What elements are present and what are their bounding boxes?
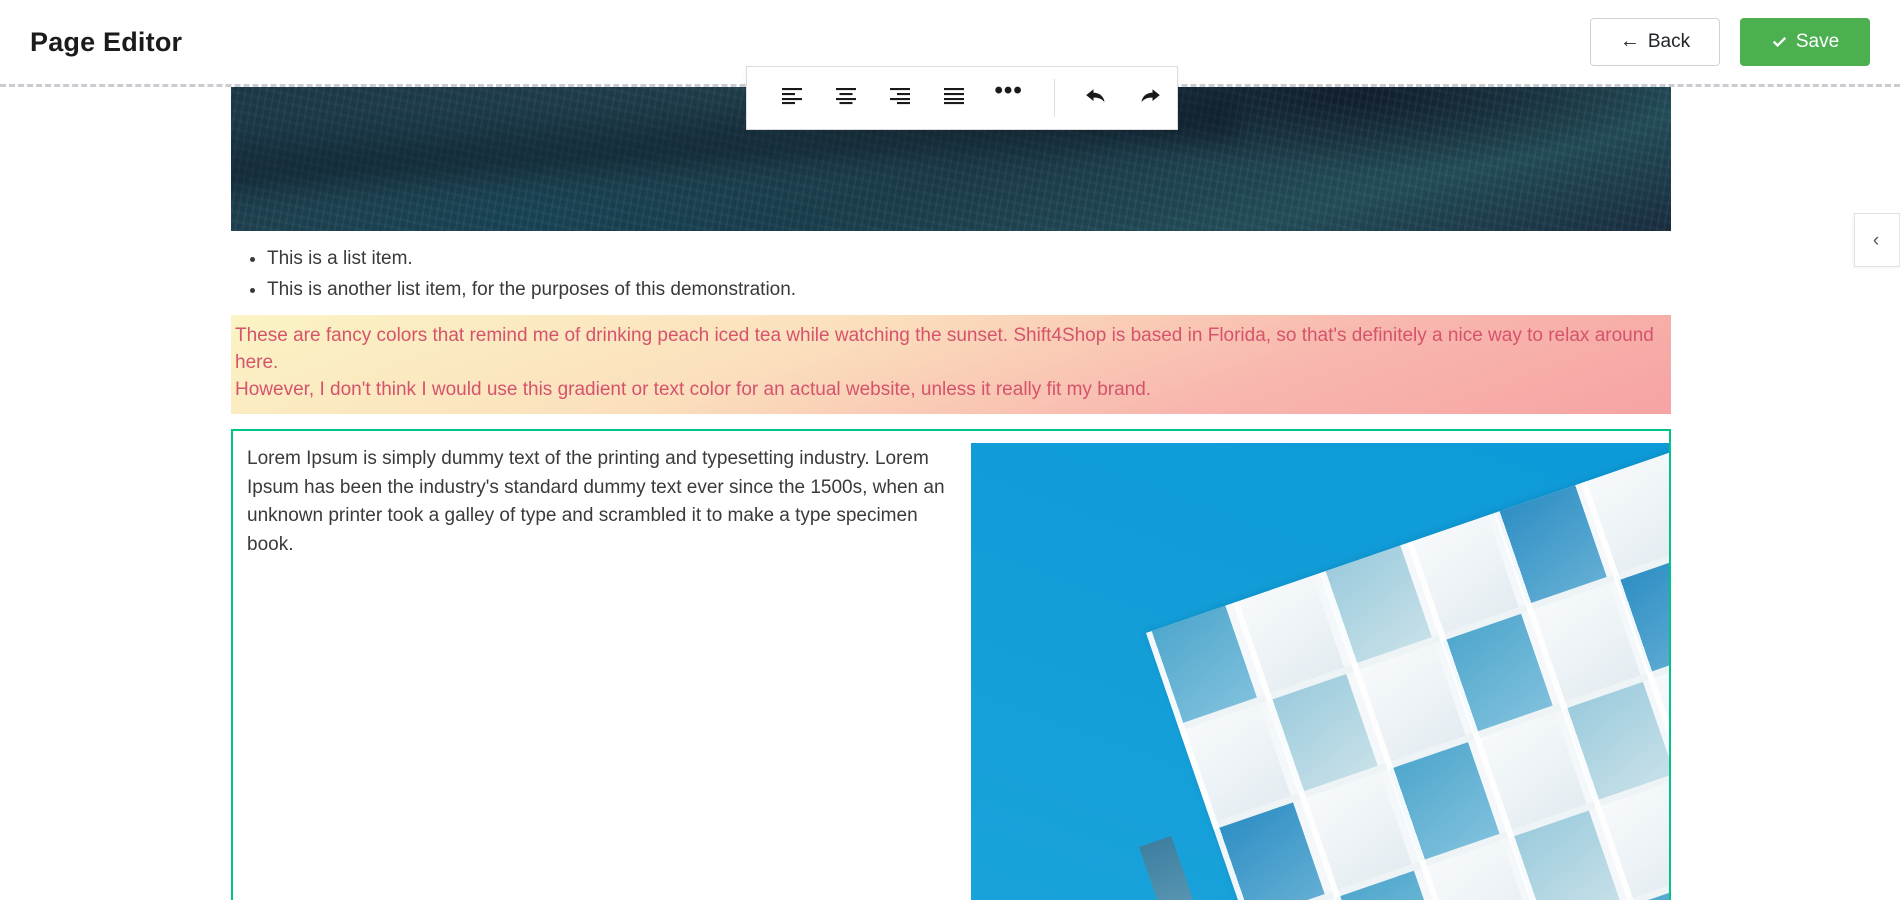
bullet-list[interactable]: This is a list item. This is another lis… — [231, 245, 1671, 303]
redo-button[interactable] — [1123, 67, 1177, 129]
gradient-text-line-2: However, I don't think I would use this … — [235, 379, 1152, 401]
editor-canvas[interactable]: This is a list item. This is another lis… — [0, 87, 1900, 900]
list-item: This is another list item, for the purpo… — [267, 276, 1671, 304]
save-button-label: Save — [1795, 31, 1840, 52]
check-icon — [1771, 34, 1788, 51]
sidebar-collapse-tab[interactable]: ‹ — [1854, 213, 1900, 267]
align-center-button[interactable] — [819, 67, 873, 129]
align-left-icon — [781, 87, 803, 110]
undo-button[interactable] — [1069, 67, 1123, 129]
align-right-button[interactable] — [873, 67, 927, 129]
align-right-icon — [889, 87, 911, 110]
gradient-text-line-1: These are fancy colors that remind me of… — [235, 325, 1654, 374]
toolbar-separator — [1053, 79, 1055, 117]
selected-content-block[interactable]: Lorem Ipsum is simply dummy text of the … — [231, 429, 1671, 900]
lorem-paragraph: Lorem Ipsum is simply dummy text of the … — [247, 448, 945, 555]
page-editor-app: Page Editor ← Back Save This is a list i… — [0, 0, 1900, 900]
redo-icon — [1138, 86, 1162, 111]
align-justify-icon — [943, 87, 965, 110]
more-options-button[interactable]: ••• — [982, 67, 1036, 129]
arrow-left-icon: ← — [1619, 30, 1640, 52]
text-column[interactable]: Lorem Ipsum is simply dummy text of the … — [233, 431, 971, 559]
save-button[interactable]: Save — [1740, 18, 1870, 66]
back-button-label: Back — [1647, 31, 1691, 52]
back-button[interactable]: ← Back — [1590, 18, 1720, 66]
ellipsis-icon: ••• — [994, 77, 1023, 104]
building-image[interactable] — [971, 443, 1669, 900]
page-title: Page Editor — [30, 26, 183, 57]
align-left-button[interactable] — [765, 67, 819, 129]
format-toolbar[interactable]: ••• — [746, 66, 1178, 130]
chevron-left-icon: ‹ — [1872, 229, 1880, 251]
page-content: This is a list item. This is another lis… — [231, 87, 1671, 900]
list-item: This is a list item. — [267, 245, 1671, 273]
undo-icon — [1084, 86, 1108, 111]
gradient-text-block[interactable]: These are fancy colors that remind me of… — [231, 315, 1671, 414]
align-justify-button[interactable] — [927, 67, 981, 129]
align-center-icon — [835, 87, 857, 110]
